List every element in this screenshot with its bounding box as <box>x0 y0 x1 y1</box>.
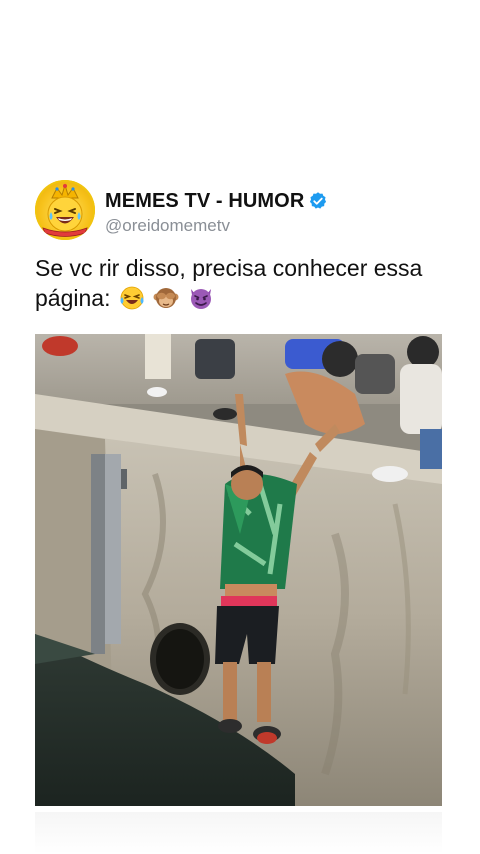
verified-badge-icon <box>310 192 327 209</box>
display-name[interactable]: MEMES TV - HUMOR <box>105 190 304 213</box>
face-with-tears-of-joy-icon <box>120 286 144 310</box>
see-no-evil-monkey-icon <box>153 288 179 308</box>
smiling-face-with-horns-icon <box>190 289 211 309</box>
people-lifting-man-from-canal-photo-icon <box>35 334 442 806</box>
post-media[interactable] <box>35 334 442 806</box>
post-caption: Se vc rir disso, precisa conhecer essa p… <box>35 253 455 313</box>
avatar[interactable] <box>35 180 95 240</box>
laughing-king-logo-icon <box>42 183 88 237</box>
media-bottom-strip <box>35 812 442 854</box>
post-header: MEMES TV - HUMOR @oreidomemetv <box>35 178 445 242</box>
name-row: MEMES TV - HUMOR <box>105 188 328 214</box>
handle[interactable]: @oreidomemetv <box>105 216 230 236</box>
caption-text: Se vc rir disso, precisa conhecer essa p… <box>35 255 423 311</box>
